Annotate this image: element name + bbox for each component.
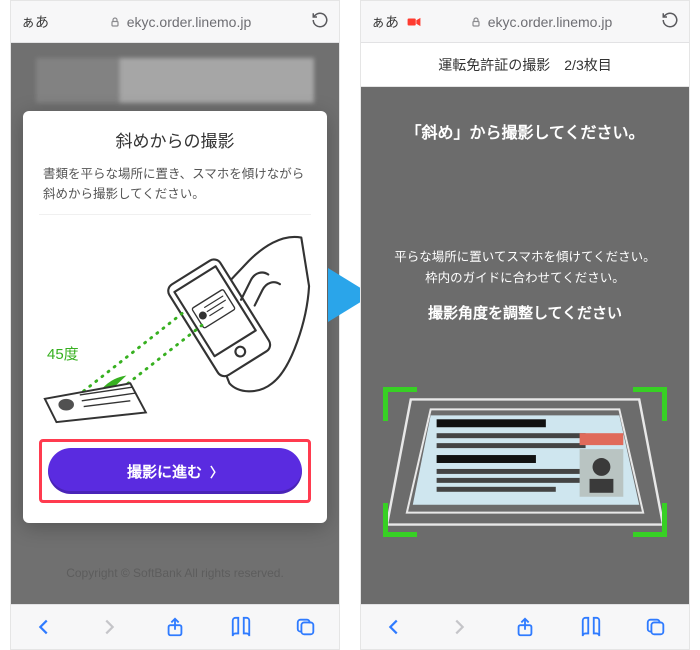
phone-screenshot-left: ぁあ ekyc.order.linemo.jp Copyright © Soft… <box>10 0 340 650</box>
share-icon <box>514 615 536 639</box>
lock-icon <box>109 16 121 28</box>
guide-corner-br <box>633 503 667 537</box>
instruction-modal: 斜めからの撮影 書類を平らな場所に置き、スマホを傾けながら斜めから撮影してくださ… <box>23 111 327 523</box>
forward-button[interactable] <box>90 612 128 642</box>
modal-title: 斜めからの撮影 <box>39 127 311 152</box>
browser-toolbar <box>11 604 339 649</box>
text-size-control[interactable]: ぁあ <box>21 12 49 32</box>
tabs-icon <box>295 616 317 638</box>
reload-button[interactable] <box>311 11 329 32</box>
chevron-right-icon: 〉 <box>210 462 223 481</box>
chevron-left-icon <box>383 616 405 638</box>
capture-step-title: 運転免許証の撮影 <box>438 55 550 75</box>
tabs-icon <box>645 616 667 638</box>
back-button[interactable] <box>25 612 63 642</box>
tabs-button[interactable] <box>637 612 675 642</box>
capture-step-header: 運転免許証の撮影 2/3枚目 <box>361 43 689 87</box>
address-display[interactable]: ekyc.order.linemo.jp <box>57 14 303 30</box>
back-button[interactable] <box>375 612 413 642</box>
guide-corner-bl <box>383 503 417 537</box>
phone-screenshot-right: ぁあ ekyc.order.linemo.jp 運転免許証の撮影 2/3枚目 「… <box>360 0 690 650</box>
book-icon <box>579 616 603 638</box>
cta-label: 撮影に進む <box>127 461 202 482</box>
reload-icon <box>661 11 679 29</box>
share-button[interactable] <box>506 612 544 642</box>
reload-icon <box>311 11 329 29</box>
camera-recording-icon <box>407 16 421 28</box>
instruction-subtext: 平らな場所に置いてスマホを傾けてください。 枠内のガイドに合わせてください。 <box>361 247 689 290</box>
bookmarks-button[interactable] <box>222 612 260 642</box>
screen-recording-indicator[interactable] <box>407 16 421 28</box>
browser-url-bar: ぁあ ekyc.order.linemo.jp <box>361 1 689 43</box>
lock-icon <box>470 16 482 28</box>
url-text: ekyc.order.linemo.jp <box>127 14 252 30</box>
browser-toolbar <box>361 604 689 649</box>
chevron-left-icon <box>33 616 55 638</box>
copyright-text: Copyright © SoftBank All rights reserved… <box>11 566 339 580</box>
chevron-right-icon <box>448 616 470 638</box>
capture-step-counter: 2/3枚目 <box>564 55 611 75</box>
url-text: ekyc.order.linemo.jp <box>488 14 613 30</box>
chevron-right-icon <box>98 616 120 638</box>
forward-button[interactable] <box>440 612 478 642</box>
guide-corner-tl <box>383 387 417 421</box>
book-icon <box>229 616 253 638</box>
share-icon <box>164 615 186 639</box>
share-button[interactable] <box>156 612 194 642</box>
guide-corner-tr <box>633 387 667 421</box>
modal-description: 書類を平らな場所に置き、スマホを傾けながら斜めから撮影してください。 <box>39 164 311 215</box>
page-viewport: 運転免許証の撮影 2/3枚目 「斜め」から撮影してください。 平らな場所に置いて… <box>361 43 689 604</box>
cta-highlight-box: 撮影に進む 〉 <box>39 439 311 503</box>
text-size-control[interactable]: ぁあ <box>371 12 399 32</box>
address-display[interactable]: ekyc.order.linemo.jp <box>429 14 653 30</box>
instruction-headline: 「斜め」から撮影してください。 <box>361 119 689 143</box>
reload-button[interactable] <box>661 11 679 32</box>
angle-illustration: 45度 <box>39 225 311 425</box>
bookmarks-button[interactable] <box>572 612 610 642</box>
capture-guide-frame <box>383 387 667 537</box>
page-viewport: Copyright © SoftBank All rights reserved… <box>11 43 339 604</box>
camera-preview-area: 「斜め」から撮影してください。 平らな場所に置いてスマホを傾けてください。 枠内… <box>361 87 689 604</box>
proceed-to-capture-button[interactable]: 撮影に進む 〉 <box>48 448 302 494</box>
tabs-button[interactable] <box>287 612 325 642</box>
adjust-angle-warning: 撮影角度を調整してください <box>361 302 689 323</box>
browser-url-bar: ぁあ ekyc.order.linemo.jp <box>11 1 339 43</box>
angle-degree-label: 45度 <box>47 343 79 364</box>
